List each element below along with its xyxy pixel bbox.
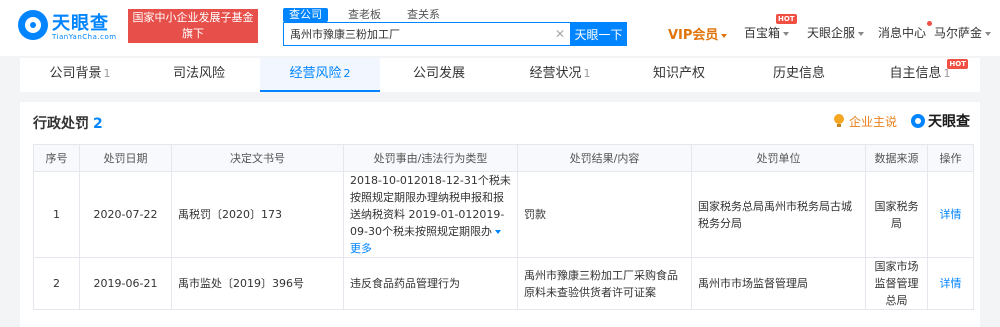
tab-label: 司法风险 bbox=[172, 66, 225, 81]
company-statement-link[interactable]: 企业主说 bbox=[849, 113, 897, 130]
cell-reason: 2018-10-012018-12-31个税未按照规定期限办理纳税申报和报送纳税… bbox=[343, 171, 518, 258]
clear-icon[interactable]: ✕ bbox=[553, 27, 567, 41]
cell-source: 国家税务局 bbox=[865, 171, 928, 258]
col-header-result: 处罚结果/内容 bbox=[517, 144, 692, 172]
panel-title-count: 2 bbox=[93, 116, 103, 132]
tab-business-risk[interactable]: 经营风险 2 bbox=[260, 58, 380, 92]
col-header-action: 操作 bbox=[927, 144, 974, 172]
col-header-source: 数据来源 bbox=[865, 144, 928, 172]
cell-result: 罚款 bbox=[517, 171, 692, 258]
tab-company-development[interactable]: 公司发展 bbox=[380, 58, 500, 92]
admin-penalty-panel: 行政处罚 2 企业主说 天眼查 序号 处罚日期 决定文书号 处罚事由/违法行为类型… bbox=[20, 102, 980, 327]
search-input[interactable] bbox=[283, 22, 573, 46]
bulb-icon bbox=[833, 114, 845, 128]
col-header-no: 序号 bbox=[33, 144, 80, 172]
tab-label: 公司背景 bbox=[49, 66, 102, 81]
tab-business-status[interactable]: 经营状况 1 bbox=[500, 58, 620, 92]
col-header-doc: 决定文书号 bbox=[171, 144, 344, 172]
message-center-link[interactable]: 消息中心 bbox=[878, 24, 926, 41]
tab-label: 历史信息 bbox=[772, 66, 825, 81]
chevron-down-icon bbox=[858, 31, 865, 36]
penalty-table: 序号 处罚日期 决定文书号 处罚事由/违法行为类型 处罚结果/内容 处罚单位 数… bbox=[33, 144, 974, 310]
cell-result: 禹州市豫康三粉加工厂采购食品原料未查验供货者许可证案 bbox=[517, 257, 692, 310]
tab-label: 经营风险 bbox=[289, 66, 342, 81]
top-header: 天眼查 TianYanCha.com 国家中小企业发展子基金旗下 官方备案企业征… bbox=[0, 0, 1000, 56]
search-tabs: 查公司 查老板 查关系 bbox=[283, 8, 460, 22]
cell-no: 2 bbox=[33, 257, 80, 310]
tab-history[interactable]: 历史信息 bbox=[740, 58, 860, 92]
enterprise-service-menu[interactable]: 天眼企服 bbox=[807, 24, 865, 41]
cell-unit: 国家税务总局禹州市税务局古城税务分局 bbox=[691, 171, 866, 258]
tab-label: 公司发展 bbox=[412, 66, 465, 81]
official-badge[interactable]: 国家中小企业发展子基金旗下 官方备案企业征信机构 bbox=[128, 9, 258, 56]
tab-label: 自主信息 bbox=[889, 66, 942, 81]
eye-logo-icon bbox=[18, 10, 48, 40]
logo-text: 天眼查 bbox=[52, 13, 109, 34]
cell-date: 2020-07-22 bbox=[79, 171, 172, 258]
tab-intellectual-property[interactable]: 知识产权 bbox=[620, 58, 740, 92]
search-tab-boss[interactable]: 查老板 bbox=[342, 8, 387, 22]
cell-doc: 禹税罚〔2020〕173 bbox=[171, 171, 344, 258]
reason-text: 2018-10-012018-12-31个税未按照规定期限办理纳税申报和报送纳税… bbox=[350, 174, 511, 238]
treasure-box-menu[interactable]: 百宝箱 bbox=[744, 24, 790, 41]
tab-label: 知识产权 bbox=[652, 66, 705, 81]
tab-count: 1 bbox=[583, 67, 591, 80]
notification-dot bbox=[927, 21, 932, 26]
cell-action: 详情 bbox=[927, 171, 974, 258]
chevron-down-icon bbox=[985, 31, 992, 36]
col-header-date: 处罚日期 bbox=[79, 144, 172, 172]
cell-source: 国家市场监督管理总局 bbox=[865, 257, 928, 310]
chevron-down-icon bbox=[783, 31, 790, 36]
section-tabs: 公司背景 1 司法风险 经营风险 2 公司发展 经营状况 1 知识产权 历史信息 自主… bbox=[20, 58, 980, 92]
table-row: 1 2020-07-22 禹税罚〔2020〕173 2018-10-012018… bbox=[33, 171, 974, 258]
tab-label: 经营状况 bbox=[529, 66, 582, 81]
cell-action: 详情 bbox=[927, 257, 974, 310]
cell-date: 2019-06-21 bbox=[79, 257, 172, 310]
search-tab-relation[interactable]: 查关系 bbox=[401, 8, 446, 22]
search-tab-company[interactable]: 查公司 bbox=[283, 8, 328, 22]
badge-line-2: 官方备案企业征信机构 bbox=[138, 43, 248, 56]
enterprise-service-label: 天眼企服 bbox=[807, 26, 856, 40]
col-header-reason: 处罚事由/违法行为类型 bbox=[343, 144, 518, 172]
tab-judicial-risk[interactable]: 司法风险 bbox=[140, 58, 260, 92]
chevron-down-icon bbox=[495, 230, 502, 234]
tab-company-background[interactable]: 公司背景 1 bbox=[20, 58, 140, 92]
panel-tools: 企业主说 天眼查 bbox=[833, 111, 970, 131]
cell-reason: 违反食品药品管理行为 bbox=[343, 257, 518, 310]
chevron-down-icon bbox=[721, 33, 728, 38]
tianyancha-logo[interactable]: 天眼查 TianYanCha.com bbox=[18, 8, 118, 44]
tab-self-info[interactable]: 自主信息 1 HOT bbox=[860, 58, 980, 92]
panel-title: 行政处罚 2 bbox=[33, 113, 103, 133]
eye-logo-icon bbox=[911, 114, 925, 128]
detail-link[interactable]: 详情 bbox=[940, 208, 962, 221]
cell-unit: 禹州市市场监督管理局 bbox=[691, 257, 866, 310]
table-row: 2 2019-06-21 禹市监处〔2019〕396号 违反食品药品管理行为 禹… bbox=[33, 257, 974, 310]
vip-label: VIP会员 bbox=[668, 28, 719, 43]
hot-badge: HOT bbox=[947, 59, 968, 69]
user-name: 马尔萨金 bbox=[934, 26, 983, 40]
tab-count: 1 bbox=[103, 67, 111, 80]
cell-no: 1 bbox=[33, 171, 80, 258]
logo-domain: TianYanCha.com bbox=[52, 33, 117, 41]
search-button[interactable]: 天眼一下 bbox=[570, 22, 627, 46]
badge-line-1: 国家中小企业发展子基金旗下 bbox=[132, 11, 254, 40]
user-menu[interactable]: 马尔萨金 bbox=[934, 24, 992, 41]
hot-badge: HOT bbox=[776, 14, 797, 24]
col-header-unit: 处罚单位 bbox=[691, 144, 866, 172]
treasure-box-label: 百宝箱 bbox=[744, 26, 781, 40]
panel-title-text: 行政处罚 bbox=[33, 116, 89, 132]
brand-watermark: 天眼查 bbox=[928, 114, 970, 130]
cell-doc: 禹市监处〔2019〕396号 bbox=[171, 257, 344, 310]
tab-count: 2 bbox=[343, 67, 351, 80]
detail-link[interactable]: 详情 bbox=[940, 277, 962, 290]
table-header-row: 序号 处罚日期 决定文书号 处罚事由/违法行为类型 处罚结果/内容 处罚单位 数… bbox=[33, 144, 974, 172]
more-label: 更多 bbox=[350, 242, 372, 255]
vip-menu[interactable]: VIP会员 bbox=[668, 24, 728, 43]
